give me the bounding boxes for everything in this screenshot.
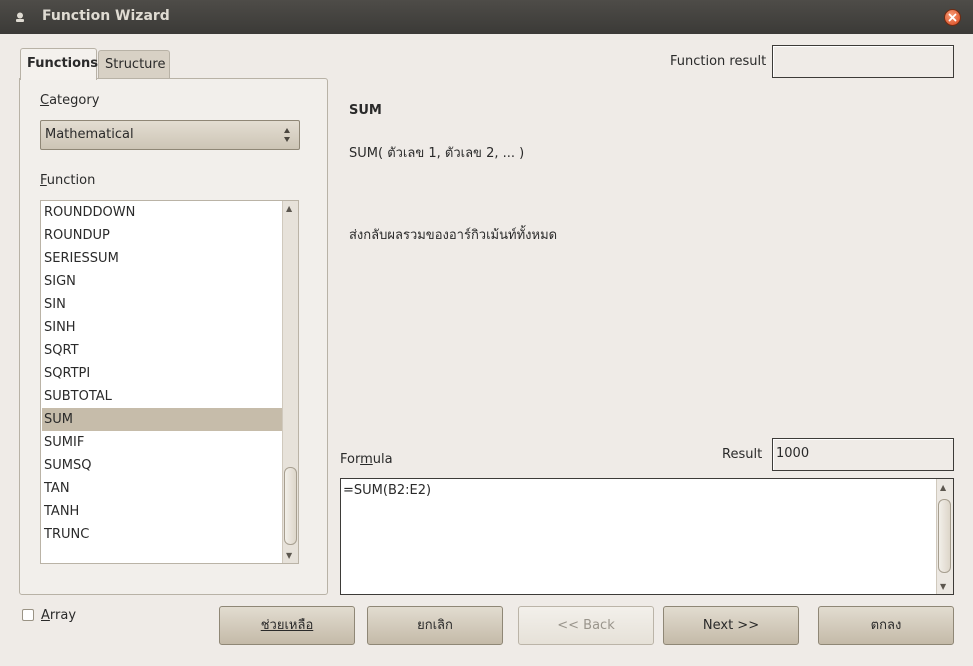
help-button[interactable]: ช่วยเหลือ (219, 606, 355, 645)
formula-scroll-down-icon[interactable]: ▼ (940, 582, 946, 591)
formula-scrollbar[interactable]: ▲ ▼ (936, 479, 953, 594)
next-button-label: Next >> (702, 618, 760, 633)
category-label-text: ategory (49, 93, 100, 108)
category-combobox[interactable]: Mathematical (40, 120, 300, 150)
array-checkbox[interactable] (22, 609, 34, 621)
function-list-item[interactable]: ROUNDDOWN (42, 201, 283, 224)
function-result-field (772, 45, 954, 78)
result-value: 1000 (776, 446, 810, 461)
formula-scroll-thumb[interactable] (938, 499, 951, 573)
scroll-down-icon[interactable]: ▼ (286, 551, 292, 560)
function-list-item[interactable]: SUMIF (42, 431, 283, 454)
title-bar: Function Wizard (0, 0, 973, 34)
help-button-label: ช่วยเหลือ (260, 618, 314, 633)
function-list-item[interactable]: SERIESSUM (42, 247, 283, 270)
function-list-item[interactable]: TANH (42, 500, 283, 523)
function-list-item[interactable]: SQRT (42, 339, 283, 362)
function-list-scrollbar[interactable]: ▲ ▼ (282, 201, 298, 563)
close-button[interactable] (944, 9, 961, 26)
category-selected-value: Mathematical (45, 127, 134, 142)
function-description: ส่งกลับผลรวมของอาร์กิวเม้นท์ทั้งหมด (349, 228, 558, 243)
function-list-item[interactable]: ROUNDUP (42, 224, 283, 247)
app-icon (16, 12, 24, 22)
function-list[interactable]: ROUNDDOWN ROUNDUP SERIESSUM SIGN SIN SINH SQRT… (40, 200, 299, 564)
function-name: SUM (349, 103, 382, 118)
tab-structure[interactable]: Structure (98, 50, 170, 79)
function-list-item[interactable]: TRUNC (42, 523, 283, 546)
function-list-item[interactable]: SUMSQ (42, 454, 283, 477)
formula-label: Formula (340, 452, 393, 467)
array-label: Array (41, 608, 77, 623)
function-list-item[interactable]: SINH (42, 316, 283, 339)
ok-button-label: ตกลง (870, 618, 902, 633)
ok-button[interactable]: ตกลง (818, 606, 954, 645)
formula-input[interactable]: =SUM(B2:E2) ▲ ▼ (340, 478, 954, 595)
scroll-up-icon[interactable]: ▲ (286, 204, 292, 213)
tab-structure-label: Structure (105, 57, 166, 72)
function-list-item[interactable]: SUBTOTAL (42, 385, 283, 408)
function-list-item[interactable]: SUM (42, 408, 283, 431)
close-icon (948, 13, 957, 22)
function-label-text: unction (46, 173, 96, 188)
tab-functions-label: Functions (27, 56, 99, 71)
cancel-button-label: ยกเลิก (417, 618, 453, 633)
next-button[interactable]: Next >> (663, 606, 799, 645)
back-button-label: << Back (557, 618, 615, 633)
array-label-text: rray (49, 608, 77, 623)
function-list-item[interactable]: SIN (42, 293, 283, 316)
function-list-item[interactable]: TAN (42, 477, 283, 500)
result-field: 1000 (772, 438, 954, 471)
tab-functions[interactable]: Functions (20, 48, 99, 80)
cancel-button[interactable]: ยกเลิก (367, 606, 503, 645)
function-label: Function (40, 173, 96, 188)
formula-scroll-up-icon[interactable]: ▲ (940, 483, 946, 492)
function-list-item[interactable]: SQRTPI (42, 362, 283, 385)
formula-text[interactable]: =SUM(B2:E2) (343, 483, 431, 498)
function-list-item[interactable]: SIGN (42, 270, 283, 293)
window-title: Function Wizard (42, 8, 170, 24)
result-label: Result (722, 447, 763, 462)
combo-arrows-icon (284, 128, 290, 142)
category-label: Category (40, 93, 100, 108)
function-signature: SUM( ตัวเลข 1, ตัวเลข 2, ... ) (349, 146, 525, 161)
back-button[interactable]: << Back (518, 606, 654, 645)
scroll-thumb[interactable] (284, 467, 297, 545)
function-result-label: Function result (670, 54, 767, 69)
